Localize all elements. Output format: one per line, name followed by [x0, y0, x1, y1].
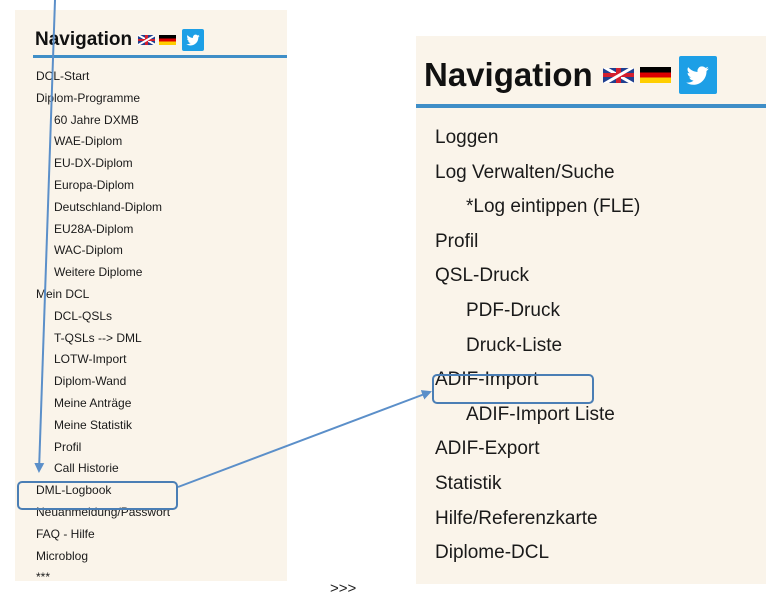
germany-flag-icon[interactable]: [159, 35, 177, 45]
nav-item-diplome-dcl[interactable]: Diplome-DCL: [435, 536, 640, 571]
nav-item-eu28a-diplom[interactable]: EU28A-Diplom: [36, 219, 170, 241]
nav-item-weitere-diplome[interactable]: Weitere Diplome: [36, 262, 170, 284]
nav-item-profil[interactable]: Profil: [435, 225, 640, 260]
nav-item-t-qsls-dml[interactable]: T-QSLs --> DML: [36, 328, 170, 350]
header-divider: [33, 55, 287, 58]
nav-item-adif-export[interactable]: ADIF-Export: [435, 432, 640, 467]
nav-item-dcl-start[interactable]: DCL-Start: [36, 66, 170, 88]
adif-import-highlight-box: [432, 374, 594, 404]
uk-flag-icon[interactable]: [138, 35, 156, 45]
nav-item-diplom-programme[interactable]: Diplom-Programme: [36, 88, 170, 110]
separator-arrows-text: >>>: [330, 580, 357, 597]
right-nav-list: Loggen Log Verwalten/Suche *Log eintippen …: [435, 121, 640, 571]
navigation-title: Navigation: [424, 56, 593, 93]
nav-item-call-historie[interactable]: Call Historie: [36, 458, 170, 480]
nav-item-profil[interactable]: Profil: [36, 437, 170, 459]
nav-item-faq-hilfe[interactable]: FAQ - Hilfe: [36, 524, 170, 546]
left-nav-list: DCL-Start Diplom-Programme 60 Jahre DXMB WA…: [36, 66, 170, 589]
nav-item-microblog[interactable]: Microblog: [36, 546, 170, 568]
nav-item-log-verwalten-suche[interactable]: Log Verwalten/Suche: [435, 156, 640, 191]
nav-item-statistik[interactable]: Statistik: [435, 467, 640, 502]
nav-item-deutschland-diplom[interactable]: Deutschland-Diplom: [36, 197, 170, 219]
germany-flag-icon[interactable]: [639, 67, 671, 83]
nav-item-druck-liste[interactable]: Druck-Liste: [435, 329, 640, 364]
navigation-title: Navigation: [35, 29, 133, 50]
dml-logbook-highlight-box: [17, 481, 178, 510]
nav-item-60-jahre-dxmb[interactable]: 60 Jahre DXMB: [36, 110, 170, 132]
nav-item-more[interactable]: ***: [36, 567, 170, 589]
nav-item-pdf-druck[interactable]: PDF-Druck: [435, 294, 640, 329]
nav-item-diplom-wand[interactable]: Diplom-Wand: [36, 371, 170, 393]
twitter-icon[interactable]: [182, 29, 205, 51]
nav-item-dcl-qsls[interactable]: DCL-QSLs: [36, 306, 170, 328]
header-divider: [416, 104, 766, 108]
nav-item-meine-statistik[interactable]: Meine Statistik: [36, 415, 170, 437]
nav-item-europa-diplom[interactable]: Europa-Diplom: [36, 175, 170, 197]
nav-item-hilfe-referenzkarte[interactable]: Hilfe/Referenzkarte: [435, 502, 640, 537]
right-navigation-panel: Navigation Loggen Log Verwalten/Suche *Log…: [416, 36, 766, 584]
nav-item-lotw-import[interactable]: LOTW-Import: [36, 349, 170, 371]
twitter-icon[interactable]: [678, 56, 717, 94]
nav-item-loggen[interactable]: Loggen: [435, 121, 640, 156]
nav-item-wac-diplom[interactable]: WAC-Diplom: [36, 240, 170, 262]
nav-item-log-eintippen-fle[interactable]: *Log eintippen (FLE): [435, 190, 640, 225]
nav-item-meine-antr-ge[interactable]: Meine Anträge: [36, 393, 170, 415]
navigation-header: Navigation: [35, 26, 205, 54]
navigation-header: Navigation: [424, 50, 717, 100]
nav-item-mein-dcl[interactable]: Mein DCL: [36, 284, 170, 306]
nav-item-wae-diplom[interactable]: WAE-Diplom: [36, 131, 170, 153]
nav-item-eu-dx-diplom[interactable]: EU-DX-Diplom: [36, 153, 170, 175]
nav-item-qsl-druck[interactable]: QSL-Druck: [435, 259, 640, 294]
uk-flag-icon[interactable]: [602, 67, 634, 83]
